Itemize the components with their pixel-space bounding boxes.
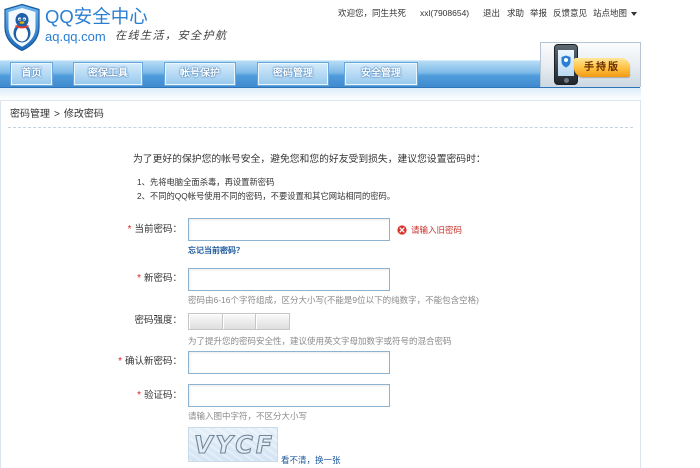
required-mark: *	[127, 224, 132, 235]
captcha-text: VYCF	[191, 430, 278, 459]
password-strength-hint: 为了提升您的密码安全性，建议使用英文字母加数字或符号的混合密码	[188, 336, 452, 346]
captcha-refresh-link[interactable]: 看不清，换一张	[281, 455, 341, 465]
error-icon	[397, 225, 407, 235]
strength-segment-medium	[223, 314, 257, 329]
current-password-input[interactable]	[188, 218, 390, 241]
site-logo[interactable]: QQ安全中心 aq.qq.com 在线生活，安全护航	[0, 0, 240, 56]
tip-item: 2、不同的QQ帐号使用不同的密码，不要设置和其它网站相同的密码。	[137, 191, 396, 201]
captcha-label: * 验证码：	[96, 390, 182, 402]
nav-shadow-strip	[0, 88, 641, 100]
feedback-link[interactable]: 反馈意见	[553, 8, 587, 19]
required-mark: *	[118, 356, 122, 367]
logo-slogan: 在线生活，安全护航	[115, 30, 228, 42]
new-password-hint: 密码由6-16个字符组成，区分大小写(不能是9位以下的纯数字，不能包含空格)	[188, 295, 479, 305]
help-link[interactable]: 求助	[507, 8, 524, 19]
nav-tab-security-tools[interactable]: 密保工具	[74, 63, 142, 85]
confirm-password-label-text: 确认新密码：	[124, 356, 182, 367]
nav-tab-password-management[interactable]: 密码管理	[258, 63, 328, 85]
confirm-password-input[interactable]	[188, 351, 390, 374]
breadcrumb-parent-link[interactable]: 密码管理	[10, 108, 50, 121]
breadcrumb: 密码管理 > 修改密码	[10, 108, 104, 121]
strength-segment-weak	[189, 314, 223, 329]
logo-title: QQ安全中心	[45, 6, 148, 27]
intro-text: 为了更好的保护您的帐号安全，避免您和您的好友受到损失，建议您设置密码时：	[133, 154, 486, 165]
captcha-label-text: 验证码：	[143, 390, 182, 401]
breadcrumb-divider	[8, 127, 633, 128]
current-password-label: * 当前密码：	[96, 224, 182, 236]
nav-tab-home[interactable]: 首页	[11, 63, 52, 85]
logout-link[interactable]: 退出	[483, 8, 500, 19]
confirm-password-label: * 确认新密码：	[96, 356, 182, 368]
current-password-error: 请输入旧密码	[411, 225, 463, 235]
nav-tab-security-management[interactable]: 安全管理	[345, 63, 417, 85]
current-password-label-text: 当前密码：	[134, 224, 182, 235]
mobile-version-promo[interactable]: 手持版	[540, 42, 641, 87]
forgot-password-link[interactable]: 忘记当前密码？	[188, 246, 244, 256]
report-link[interactable]: 举报	[530, 8, 547, 19]
breadcrumb-separator: >	[54, 109, 60, 120]
user-account: xxl(7908654)	[420, 8, 470, 18]
password-strength-label: 密码强度：	[134, 315, 182, 326]
new-password-label-text: 新密码：	[143, 273, 182, 284]
captcha-input[interactable]	[188, 384, 390, 407]
required-mark: *	[137, 273, 141, 284]
strength-segment-strong	[256, 314, 289, 329]
welcome-text: 欢迎您，同生共死	[338, 8, 407, 18]
new-password-label: * 新密码：	[96, 273, 182, 285]
password-strength-meter	[188, 313, 290, 330]
new-password-input[interactable]	[188, 268, 390, 291]
required-mark: *	[137, 390, 141, 401]
breadcrumb-current: 修改密码	[63, 109, 104, 120]
tip-item: 1、先将电脑全面杀毒，再设置新密码	[137, 177, 275, 187]
qq-security-shield-icon	[4, 3, 40, 52]
mobile-promo-label: 手持版	[574, 58, 630, 77]
captcha-hint: 请输入图中字符，不区分大小写	[188, 411, 308, 421]
dropdown-arrow-icon[interactable]	[631, 12, 637, 16]
nav-tab-account-protection[interactable]: 帐号保护	[165, 63, 235, 85]
captcha-image[interactable]: VYCF	[188, 427, 278, 462]
sitemap-link[interactable]: 站点地图	[593, 8, 627, 19]
logo-domain: aq.qq.com	[45, 29, 106, 44]
